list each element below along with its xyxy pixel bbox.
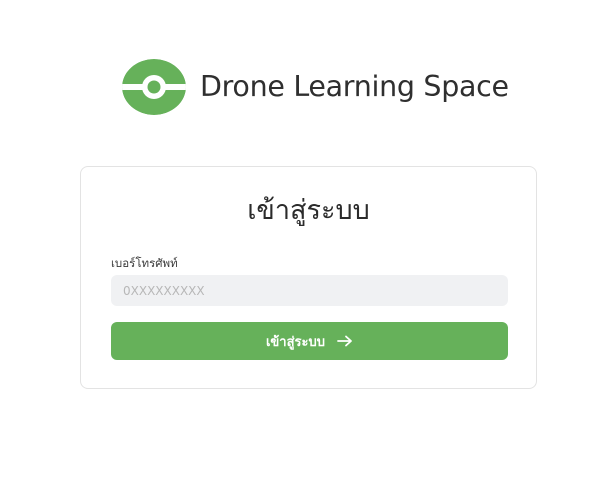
phone-input[interactable] (111, 275, 508, 306)
login-button[interactable]: เข้าสู่ระบบ (111, 322, 508, 360)
login-card: เข้าสู่ระบบ เบอร์โทรศัพท์ เข้าสู่ระบบ (80, 166, 537, 389)
login-title: เข้าสู่ระบบ (247, 195, 370, 226)
brand-header: Drone Learning Space (122, 59, 509, 115)
drone-eye-logo-icon (122, 59, 186, 115)
arrow-right-icon (337, 335, 352, 347)
login-button-label: เข้าสู่ระบบ (265, 334, 326, 350)
brand-name: Drone Learning Space (200, 69, 509, 103)
login-page: Drone Learning Space เข้าสู่ระบบ เบอร์โท… (0, 0, 615, 496)
phone-label: เบอร์โทรศัพท์ (111, 256, 178, 270)
